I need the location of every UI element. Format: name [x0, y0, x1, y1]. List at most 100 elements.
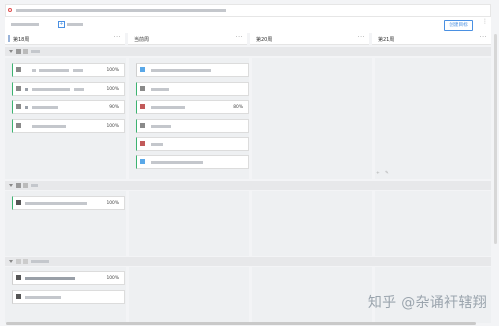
tip-bar	[5, 4, 491, 17]
avatar	[23, 259, 28, 264]
task-title-blur	[151, 161, 203, 164]
plus-icon: +	[58, 21, 65, 28]
task-card[interactable]: 100%	[12, 119, 125, 133]
avatar	[16, 275, 21, 280]
column-title: 当前周	[134, 37, 150, 43]
task-title-blur	[151, 69, 211, 72]
avatar	[16, 294, 21, 299]
column-header-week18: 第18周 ···	[5, 33, 125, 45]
task-card[interactable]	[136, 119, 249, 133]
column-more-icon[interactable]: ···	[358, 34, 365, 41]
task-card[interactable]	[136, 155, 249, 169]
new-plan-blur	[67, 23, 83, 26]
task-card[interactable]: 80%	[136, 100, 249, 114]
task-title-blur	[25, 277, 75, 280]
avatar	[16, 49, 21, 54]
board-cell	[252, 58, 372, 179]
task-title-blur	[25, 296, 61, 299]
avatar	[16, 200, 21, 205]
task-title-blur	[32, 88, 70, 91]
task-progress: 100%	[106, 87, 119, 92]
task-card[interactable]	[12, 290, 125, 304]
group-header[interactable]	[5, 257, 491, 266]
column-more-icon[interactable]: ···	[480, 34, 487, 41]
avatar	[140, 86, 145, 91]
scope-select-blur	[11, 23, 39, 26]
group-label-blur	[31, 260, 49, 263]
task-card[interactable]	[136, 82, 249, 96]
avatar	[140, 159, 145, 164]
task-title-blur	[32, 69, 36, 72]
more-vertical-icon[interactable]: ⋮	[482, 19, 488, 25]
task-title-blur	[151, 143, 163, 146]
column-title: 第18周	[13, 37, 30, 43]
task-progress: 90%	[109, 105, 119, 110]
avatar	[140, 123, 145, 128]
task-title-blur	[32, 125, 66, 128]
task-title-blur	[25, 88, 28, 91]
board-cell	[375, 191, 491, 256]
task-card[interactable]: 100%	[12, 63, 125, 77]
avatar	[16, 104, 21, 109]
task-title-blur	[151, 125, 171, 128]
group-label-blur	[31, 184, 38, 187]
board-cell	[252, 191, 372, 256]
task-title-blur	[151, 106, 185, 109]
avatar	[140, 67, 145, 72]
add-icon[interactable]: +	[376, 171, 380, 176]
task-card[interactable]: 100%	[12, 82, 125, 96]
task-progress: 100%	[106, 201, 119, 206]
tip-text-blur	[16, 9, 226, 12]
collapse-icon[interactable]	[9, 50, 13, 53]
watermark: 知乎 @杂诵衦辖翔	[367, 295, 487, 311]
task-title-blur	[151, 88, 169, 91]
vertical-scrollbar[interactable]	[494, 34, 497, 244]
board-cell	[129, 191, 249, 256]
board-cell	[375, 58, 491, 179]
task-card[interactable]	[136, 137, 249, 151]
avatar	[140, 104, 145, 109]
board-cell	[252, 267, 372, 323]
task-card[interactable]: 100%	[12, 196, 125, 210]
column-marker	[8, 35, 10, 42]
column-more-icon[interactable]: ···	[236, 34, 243, 41]
avatar	[23, 49, 28, 54]
avatar	[23, 183, 28, 188]
toolbar: + 创建目标 ⋮	[5, 17, 491, 33]
column-title: 第21周	[378, 37, 395, 43]
task-title-blur	[25, 202, 87, 205]
avatar	[16, 183, 21, 188]
task-card[interactable]: 100%	[12, 271, 125, 285]
collapse-icon[interactable]	[9, 184, 13, 187]
group-header[interactable]	[5, 47, 491, 56]
new-plan-button[interactable]: +	[58, 21, 67, 28]
task-title-blur	[73, 69, 83, 72]
avatar	[140, 141, 145, 146]
task-progress: 100%	[106, 276, 119, 281]
task-title-blur	[39, 69, 69, 72]
group-label-blur	[31, 50, 40, 53]
task-card[interactable]: 90%	[12, 100, 125, 114]
group-region: 100%	[5, 191, 491, 256]
avatar	[16, 86, 21, 91]
group-header[interactable]	[5, 181, 491, 190]
avatar	[16, 259, 21, 264]
task-progress: 100%	[106, 68, 119, 73]
avatar	[16, 123, 21, 128]
task-title-blur	[32, 106, 58, 109]
column-header-current: 当前周 ···	[128, 33, 247, 45]
column-header-week20: 第20周 ···	[250, 33, 369, 45]
collapse-icon[interactable]	[9, 260, 13, 263]
task-title-blur	[74, 88, 84, 91]
info-icon	[8, 8, 12, 12]
column-more-icon[interactable]: ···	[114, 34, 121, 41]
edit-icon[interactable]: ✎	[385, 171, 389, 176]
task-title-blur	[25, 106, 28, 109]
board-cell	[129, 267, 249, 323]
avatar	[16, 67, 21, 72]
task-card[interactable]	[136, 63, 249, 77]
task-progress: 100%	[106, 124, 119, 129]
create-goal-button[interactable]: 创建目标	[444, 20, 473, 31]
horizontal-scrollbar[interactable]	[6, 322, 476, 325]
column-header-week21: 第21周 ···	[372, 33, 491, 45]
